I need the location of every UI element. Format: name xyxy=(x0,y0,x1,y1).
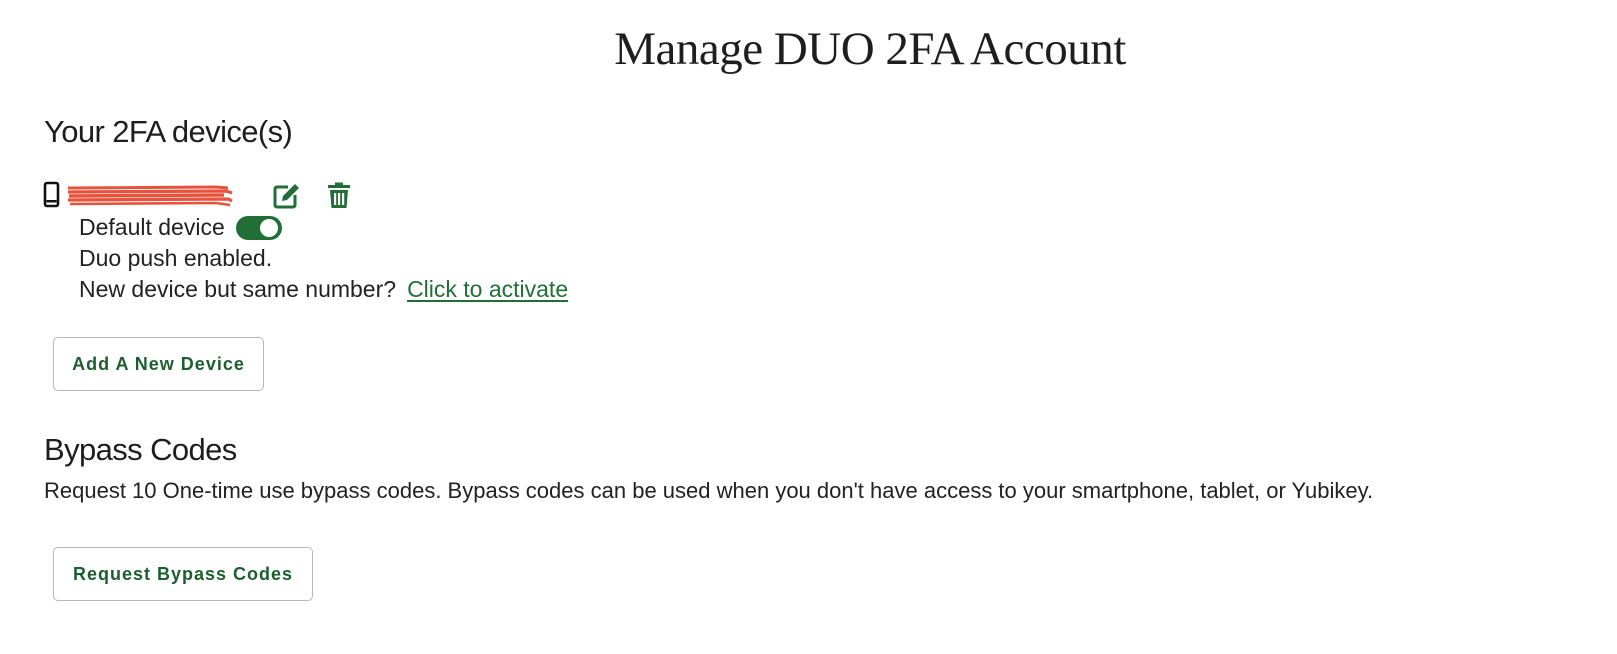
request-bypass-codes-button[interactable]: Request Bypass Codes xyxy=(53,547,313,601)
edit-icon[interactable] xyxy=(272,182,302,210)
redacted-device-name xyxy=(66,182,236,208)
devices-heading: Your 2FA device(s) xyxy=(44,114,293,149)
device-actions xyxy=(272,182,354,210)
toggle-knob xyxy=(259,218,278,237)
device-details: Default device Duo push enabled. New dev… xyxy=(79,212,568,305)
push-status-line: Duo push enabled. xyxy=(79,243,568,274)
activate-link[interactable]: Click to activate xyxy=(407,274,568,305)
default-device-toggle[interactable] xyxy=(235,215,282,240)
mobile-phone-icon xyxy=(42,181,62,209)
default-device-label: Default device xyxy=(79,214,225,240)
bypass-codes-description: Request 10 One-time use bypass codes. By… xyxy=(44,478,1374,503)
activate-line: New device but same number? Click to act… xyxy=(79,274,568,305)
trash-icon[interactable] xyxy=(324,182,354,210)
add-device-button[interactable]: Add A New Device xyxy=(53,337,264,391)
push-status-text: Duo push enabled. xyxy=(79,245,273,271)
new-device-prompt: New device but same number? xyxy=(79,276,397,302)
bypass-codes-heading: Bypass Codes xyxy=(44,432,237,467)
page-title: Manage DUO 2FA Account xyxy=(614,23,1126,75)
device-row xyxy=(42,180,236,210)
default-device-line: Default device xyxy=(79,212,568,243)
